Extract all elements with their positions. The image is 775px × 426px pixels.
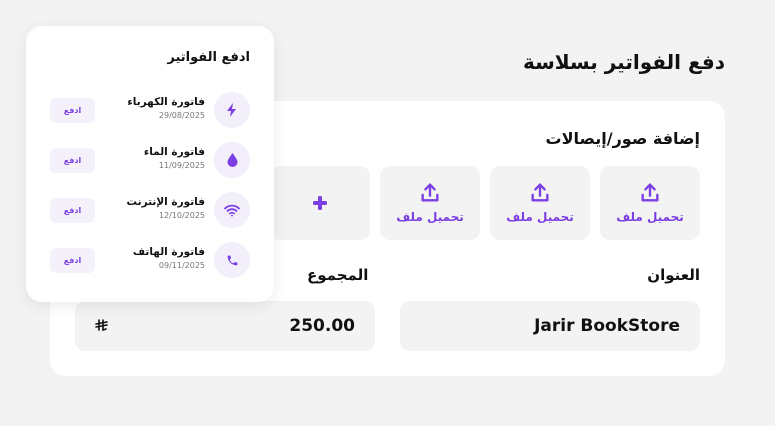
upload-file-label: تحميل ملف <box>396 210 464 224</box>
upload-file-label: تحميل ملف <box>616 210 684 224</box>
upload-icon <box>529 182 551 204</box>
pay-button[interactable]: ادفع <box>50 98 95 123</box>
bill-name: فاتورة الهاتف <box>132 246 205 258</box>
bill-name: فاتورة الماء <box>143 146 205 158</box>
upload-section-title: إضافة صور/إيصالات <box>545 129 700 148</box>
bill-row-phone: فاتورة الهاتف 09/11/2025 ادفع <box>50 242 250 278</box>
pay-button[interactable]: ادفع <box>50 198 95 223</box>
bill-date: 09/11/2025 <box>158 261 205 270</box>
plus-icon <box>312 195 328 211</box>
lightning-icon <box>214 92 250 128</box>
total-label: المجموع <box>307 266 369 284</box>
upload-icon <box>419 182 441 204</box>
bill-name: فاتورة الكهرباء <box>127 96 205 108</box>
bills-panel: ادفع الفواتير فاتورة الكهرباء 29/08/2025… <box>26 26 274 302</box>
bill-row-water: فاتورة الماء 11/09/2025 ادفع <box>50 142 250 178</box>
water-drop-icon <box>214 142 250 178</box>
upload-file-button-3[interactable]: تحميل ملف <box>380 166 480 240</box>
total-field[interactable]: 250.00 <box>75 301 375 351</box>
address-field[interactable]: Jarir BookStore <box>400 301 700 351</box>
upload-file-label: تحميل ملف <box>506 210 574 224</box>
address-value: Jarir BookStore <box>534 316 680 336</box>
upload-icon <box>639 182 661 204</box>
pay-button[interactable]: ادفع <box>50 248 95 273</box>
address-label: العنوان <box>647 266 700 284</box>
total-value: 250.00 <box>289 316 355 336</box>
page-title: دفع الفواتير بسلاسة <box>522 50 725 74</box>
bill-row-internet: فاتورة الإنترنت 12/10/2025 ادفع <box>50 192 250 228</box>
add-upload-button[interactable] <box>270 166 370 240</box>
bill-name: فاتورة الإنترنت <box>126 196 205 208</box>
upload-file-button-1[interactable]: تحميل ملف <box>600 166 700 240</box>
bill-date: 12/10/2025 <box>158 211 205 220</box>
upload-file-button-2[interactable]: تحميل ملف <box>490 166 590 240</box>
currency-icon <box>95 318 108 334</box>
pay-button[interactable]: ادفع <box>50 148 95 173</box>
bills-title: ادفع الفواتير <box>167 50 250 65</box>
wifi-icon <box>214 192 250 228</box>
bill-date: 11/09/2025 <box>158 161 205 170</box>
bill-date: 29/08/2025 <box>158 111 205 120</box>
bill-row-electricity: فاتورة الكهرباء 29/08/2025 ادفع <box>50 92 250 128</box>
phone-icon <box>214 242 250 278</box>
